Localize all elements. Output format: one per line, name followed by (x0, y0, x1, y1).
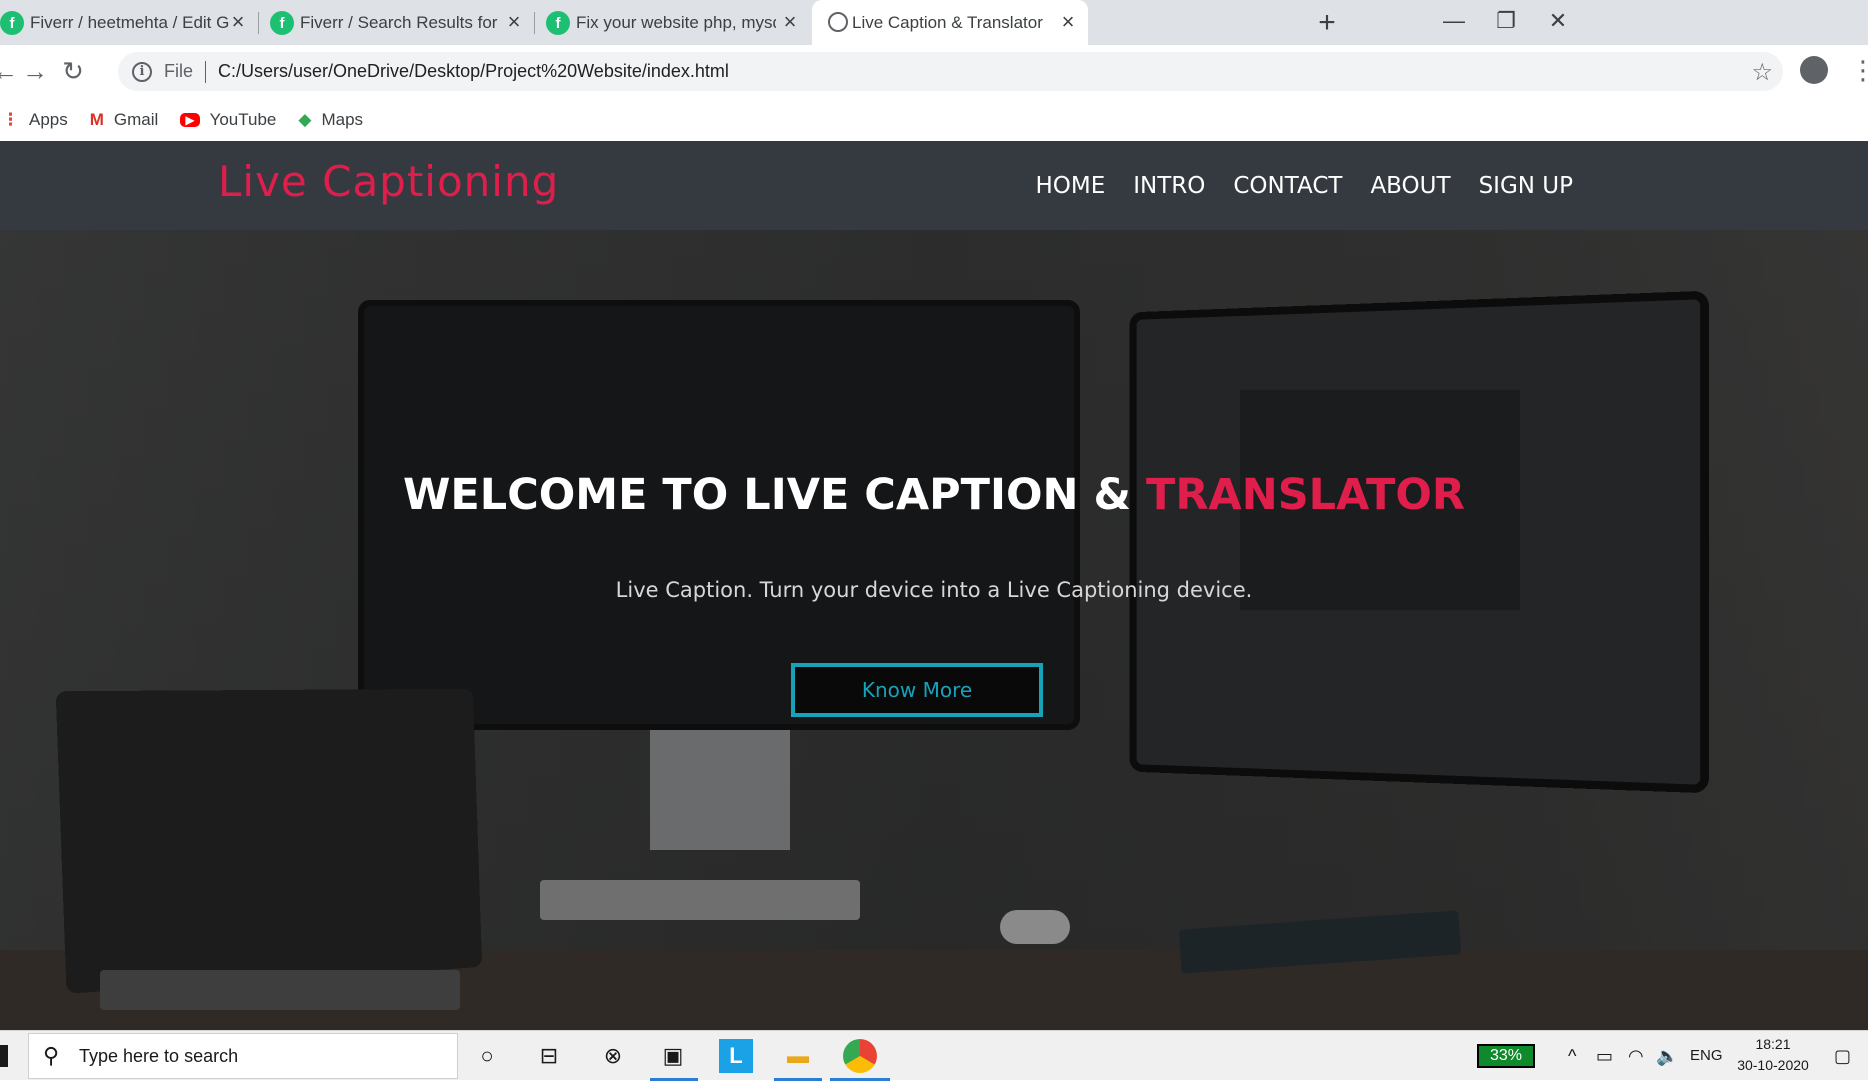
bookmark-label: YouTube (209, 109, 277, 129)
close-icon[interactable]: × (502, 10, 526, 34)
globe-icon (828, 12, 848, 32)
bookmark-star-icon[interactable]: ☆ (1751, 58, 1773, 87)
hero-section: WELCOME TO LIVE CAPTION & TRANSLATOR Liv… (0, 230, 1868, 1030)
know-more-button[interactable]: Know More (791, 663, 1043, 717)
kebab-menu-icon[interactable]: ⋮ (1850, 53, 1868, 87)
chrome-icon[interactable] (843, 1039, 877, 1073)
maps-icon: ◆ (298, 109, 312, 129)
hero-subtitle: Live Caption. Turn your device into a Li… (615, 578, 1253, 602)
bookmark-label: Gmail (113, 109, 159, 129)
search-icon: ⚲ (43, 1043, 60, 1068)
battery-icon[interactable]: ▭ (1596, 1041, 1613, 1071)
windows-start-icon[interactable] (0, 1045, 8, 1067)
nav-about[interactable]: ABOUT (1370, 173, 1450, 199)
window-close-icon[interactable]: ✕ (1538, 2, 1578, 40)
bookmark-apps[interactable]: ⋮ Apps (2, 110, 68, 130)
task-view-icon[interactable]: ⊟ (532, 1039, 566, 1073)
xbox-icon[interactable]: ⊗ (596, 1039, 630, 1073)
battery-percent-badge[interactable]: 33% (1477, 1044, 1535, 1068)
bookmark-label: Maps (321, 109, 364, 129)
tab-fiverr-search[interactable]: f Fiverr / Search Results for 'html e × (270, 0, 534, 45)
nav-home[interactable]: HOME (1035, 173, 1105, 199)
nav-sign-up[interactable]: SIGN UP (1479, 173, 1573, 199)
clock-time: 18:21 (1755, 1036, 1791, 1052)
url-text[interactable]: C:/Users/user/OneDrive/Desktop/Project%2… (218, 61, 729, 82)
forward-icon[interactable]: → (18, 54, 52, 88)
hero-title-accent: TRANSLATOR (1145, 470, 1465, 520)
restore-icon[interactable]: ❐ (1486, 2, 1526, 40)
volume-icon[interactable]: 🔈 (1656, 1041, 1678, 1071)
close-icon[interactable]: × (226, 10, 250, 34)
minimize-icon[interactable]: — (1434, 2, 1474, 40)
nav-contact[interactable]: CONTACT (1233, 173, 1342, 199)
l-app-icon[interactable]: L (719, 1039, 753, 1073)
youtube-icon: ▶ (180, 112, 200, 127)
address-bar[interactable]: i File C:/Users/user/OneDrive/Desktop/Pr… (118, 52, 1783, 91)
profile-avatar-icon[interactable] (1800, 56, 1828, 84)
divider (205, 60, 207, 83)
language-indicator[interactable]: ENG (1690, 1041, 1723, 1071)
tab-live-caption[interactable]: Live Caption & Translator × (812, 0, 1088, 45)
bookmarks-bar: ⋮ Apps M Gmail ▶ YouTube ◆ Maps (0, 98, 1868, 141)
bookmark-maps[interactable]: ◆ Maps (298, 110, 363, 130)
fiverr-icon: f (546, 11, 570, 35)
close-icon[interactable]: × (1056, 10, 1080, 34)
hero-title-main: WELCOME TO LIVE CAPTION & (402, 470, 1146, 520)
gmail-icon: M (89, 109, 104, 129)
mouse-image (1000, 910, 1070, 944)
site-brand[interactable]: Live Captioning (218, 157, 559, 206)
apps-grid-icon: ⋮ (2, 109, 19, 129)
windows-taskbar: ⚲ Type here to search ○ ⊟ ⊗ ▣ L ▬ 33% ^ … (0, 1030, 1868, 1081)
file-explorer-icon[interactable]: ▬ (781, 1039, 815, 1073)
tab-title: Fiverr / heetmehta / Edit Gig (30, 12, 230, 32)
search-placeholder: Type here to search (79, 1045, 239, 1066)
laptop-image (55, 688, 483, 994)
notification-icon[interactable]: ▢ (1834, 1041, 1851, 1071)
bookmark-gmail[interactable]: M Gmail (90, 110, 159, 130)
site-navbar: Live Captioning HOME INTRO CONTACT ABOUT… (0, 141, 1868, 230)
nav-links: HOME INTRO CONTACT ABOUT SIGN UP (1007, 141, 1573, 230)
taskbar-search[interactable]: ⚲ Type here to search (28, 1033, 458, 1079)
tab-fix-website[interactable]: f Fix your website php, mysql, java × (546, 0, 810, 45)
close-icon[interactable]: × (778, 10, 802, 34)
keyboard-image (540, 880, 860, 920)
bookmark-label: Apps (29, 109, 68, 129)
cortana-icon[interactable]: ○ (470, 1039, 504, 1073)
scheme-label: File (164, 61, 194, 81)
new-tab-button[interactable]: + (1310, 6, 1344, 40)
store-icon[interactable]: ▣ (656, 1039, 690, 1073)
browser-tab-bar: f Fiverr / heetmehta / Edit Gig × f Five… (0, 0, 1868, 45)
wifi-icon[interactable]: ◠ (1628, 1041, 1644, 1071)
chevron-up-icon[interactable]: ^ (1568, 1041, 1576, 1071)
clock-date: 30-10-2020 (1737, 1057, 1809, 1073)
tab-title: Live Caption & Translator (852, 12, 1043, 32)
monitor-stand-image (650, 730, 790, 850)
fiverr-icon: f (0, 11, 24, 35)
tab-title: Fix your website php, mysql, java (576, 12, 776, 32)
browser-toolbar: ← → ↻ i File C:/Users/user/OneDrive/Desk… (0, 45, 1868, 98)
fiverr-icon: f (270, 11, 294, 35)
laptop-base-image (100, 970, 460, 1010)
info-icon[interactable]: i (132, 61, 152, 82)
nav-intro[interactable]: INTRO (1133, 173, 1205, 199)
bookmark-youtube[interactable]: ▶ YouTube (180, 110, 276, 130)
tab-title: Fiverr / Search Results for 'html e (300, 12, 500, 32)
reload-icon[interactable]: ↻ (56, 54, 90, 88)
hero-title: WELCOME TO LIVE CAPTION & TRANSLATOR (0, 470, 1868, 520)
tab-fiverr-edit-gig[interactable]: f Fiverr / heetmehta / Edit Gig × (0, 0, 258, 45)
clock[interactable]: 18:21 30-10-2020 (1728, 1034, 1818, 1076)
